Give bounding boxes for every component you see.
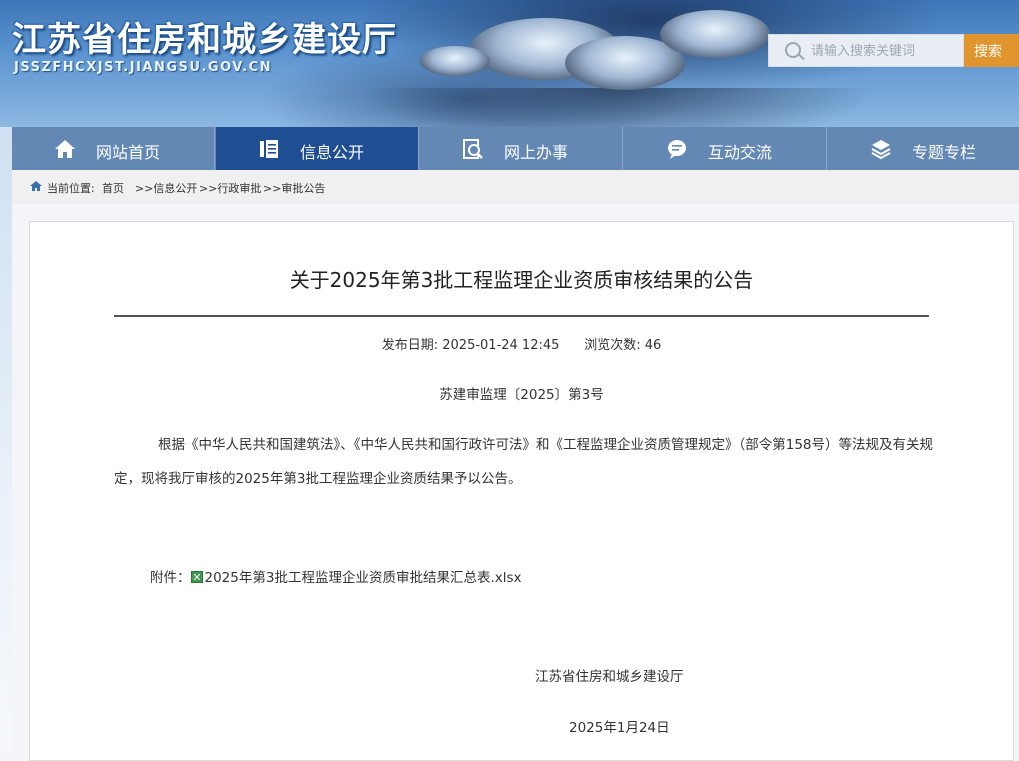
home-icon bbox=[55, 140, 75, 158]
site-title: 江苏省住房和城乡建设厅 bbox=[12, 20, 397, 60]
breadcrumb-info[interactable]: >>信息公开 bbox=[135, 180, 197, 196]
banner-dome-small bbox=[420, 46, 490, 76]
attachment-label: 附件： bbox=[150, 570, 191, 586]
search-box bbox=[768, 34, 964, 67]
document-icon bbox=[260, 140, 278, 158]
breadcrumb: 当前位置: 首页 >>信息公开 >>行政审批 >>审批公告 bbox=[12, 170, 1019, 204]
view-count: 46 bbox=[644, 338, 662, 353]
title-divider bbox=[114, 315, 929, 317]
nav-item-topics[interactable]: 专题专栏 bbox=[828, 127, 1019, 170]
sign-date: 2025年1月24日 bbox=[569, 720, 670, 736]
layers-icon bbox=[871, 140, 891, 160]
nav-item-info[interactable]: 信息公开 bbox=[216, 127, 419, 170]
breadcrumb-prefix: 当前位置: bbox=[47, 182, 95, 195]
nav-item-label: 网上办事 bbox=[504, 143, 569, 162]
chat-icon bbox=[668, 140, 686, 159]
left-decor-strip bbox=[0, 127, 12, 751]
publish-date: 2025-01-24 12:45 bbox=[442, 338, 560, 353]
nav-item-services[interactable]: 网上办事 bbox=[420, 127, 623, 170]
nav-item-label: 互动交流 bbox=[708, 143, 773, 162]
search-button[interactable]: 搜索 bbox=[964, 34, 1019, 67]
search-icon bbox=[785, 42, 801, 58]
location-home-icon bbox=[30, 181, 42, 191]
main-nav: 网站首页 信息公开 网上办事 互动交流 专题专栏 bbox=[12, 127, 1019, 170]
attachment: 附件： 2025年第3批工程监理企业资质审批结果汇总表.xlsx bbox=[150, 566, 522, 586]
breadcrumb-notice[interactable]: >>审批公告 bbox=[263, 180, 325, 196]
banner-dome-right bbox=[660, 10, 770, 58]
nav-item-label: 专题专栏 bbox=[912, 143, 977, 162]
article-body: 根据《中华人民共和国建筑法》、《中华人民共和国行政许可法》和《工程监理企业资质管… bbox=[114, 437, 934, 487]
signature: 江苏省住房和城乡建设厅 bbox=[535, 669, 684, 685]
article-card: 关于2025年第3批工程监理企业资质审核结果的公告 发布日期: 2025-01-… bbox=[29, 221, 1014, 761]
nav-item-label: 信息公开 bbox=[300, 143, 365, 162]
search-document-icon bbox=[463, 139, 483, 159]
article-title: 关于2025年第3批工程监理企业资质审核结果的公告 bbox=[289, 268, 754, 292]
document-number: 苏建审监理〔2025〕第3号 bbox=[439, 387, 604, 403]
site-domain: JSSZFHCXJST.JIANGSU.GOV.CN bbox=[14, 60, 273, 75]
views-label: 浏览次数: bbox=[584, 338, 641, 353]
breadcrumb-home[interactable]: 首页 bbox=[102, 180, 124, 196]
header-banner: 江苏省住房和城乡建设厅 JSSZFHCXJST.JIANGSU.GOV.CN 搜… bbox=[0, 0, 1019, 127]
publish-label: 发布日期: bbox=[381, 338, 439, 353]
nav-item-home[interactable]: 网站首页 bbox=[12, 127, 215, 170]
excel-file-icon bbox=[190, 571, 203, 583]
nav-item-interact[interactable]: 互动交流 bbox=[624, 127, 827, 170]
nav-item-label: 网站首页 bbox=[96, 143, 161, 162]
banner-ground bbox=[360, 88, 880, 127]
search-input[interactable] bbox=[809, 39, 963, 64]
attachment-link[interactable]: 2025年第3批工程监理企业资质审批结果汇总表.xlsx bbox=[205, 570, 522, 586]
article-meta: 发布日期: 2025-01-24 12:45 浏览次数: 46 bbox=[30, 334, 1013, 353]
breadcrumb-admin[interactable]: >>行政审批 bbox=[199, 180, 261, 196]
